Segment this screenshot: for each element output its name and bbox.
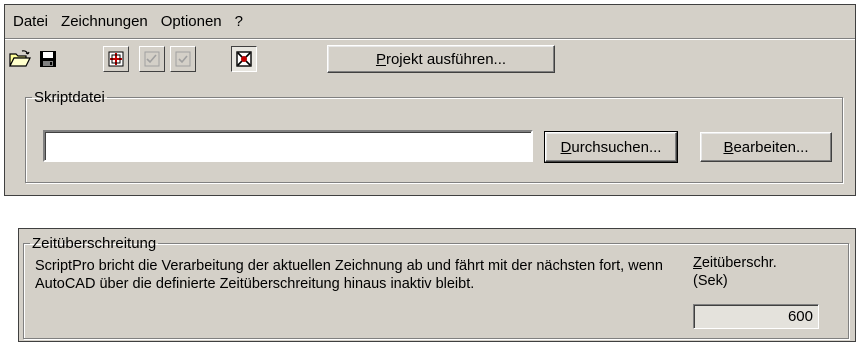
timeout-description: ScriptPro bricht die Verarbeitung der ak… xyxy=(35,258,663,292)
browse-button[interactable]: Durchsuchen... xyxy=(544,131,678,163)
save-button[interactable] xyxy=(35,46,61,72)
check-drawings-icon xyxy=(144,51,160,67)
menu-zeichnungen[interactable]: Zeichnungen xyxy=(57,13,157,30)
edit-mnemonic: B xyxy=(723,138,734,156)
save-disk-icon xyxy=(40,51,56,67)
timeout-label-mnemonic: Z xyxy=(693,255,702,271)
timeout-seconds-input[interactable]: 600 xyxy=(693,304,819,329)
menu-bar: Datei Zeichnungen Optionen ? xyxy=(5,5,252,37)
toolbar: Projekt ausführen... xyxy=(5,42,855,76)
script-file-path-input[interactable] xyxy=(43,130,533,162)
run-project-label: rojekt ausführen... xyxy=(385,50,507,68)
add-drawing-button[interactable] xyxy=(103,46,129,72)
run-project-button[interactable]: Projekt ausführen... xyxy=(327,45,555,73)
settings-drawing-icon xyxy=(236,51,252,67)
menu-separator xyxy=(5,38,855,40)
add-drawing-icon xyxy=(108,51,124,67)
script-file-group-label: Skriptdatei xyxy=(34,89,105,106)
menu-help[interactable]: ? xyxy=(231,13,252,30)
edit-button[interactable]: Bearbeiten... xyxy=(700,132,832,162)
open-button[interactable] xyxy=(7,46,33,72)
open-folder-icon xyxy=(9,50,31,67)
menu-datei[interactable]: Datei xyxy=(9,13,57,30)
browse-label: urchsuchen... xyxy=(571,138,662,156)
timeout-field-label: Zeitüberschr. (Sek) xyxy=(693,254,777,290)
timeout-group-label: Zeitüberschreitung xyxy=(32,235,157,252)
scriptpro-main-panel: Datei Zeichnungen Optionen ? P rojekt au… xyxy=(4,4,856,196)
run-project-mnemonic: P xyxy=(375,50,386,68)
edit-label: earbeiten... xyxy=(733,138,809,156)
timeout-label-text: eitüberschr. xyxy=(701,255,777,271)
menu-optionen[interactable]: Optionen xyxy=(157,13,231,30)
timeout-label-unit: (Sek) xyxy=(693,273,728,289)
settings-drawing-button[interactable] xyxy=(231,46,257,72)
browse-mnemonic: D xyxy=(560,138,572,156)
checkbox-icon xyxy=(175,51,191,67)
checkbox-toggle-button[interactable] xyxy=(170,46,196,72)
check-drawings-button[interactable] xyxy=(139,46,165,72)
timeout-panel: Zeitüberschreitung ScriptPro bricht die … xyxy=(18,228,856,342)
